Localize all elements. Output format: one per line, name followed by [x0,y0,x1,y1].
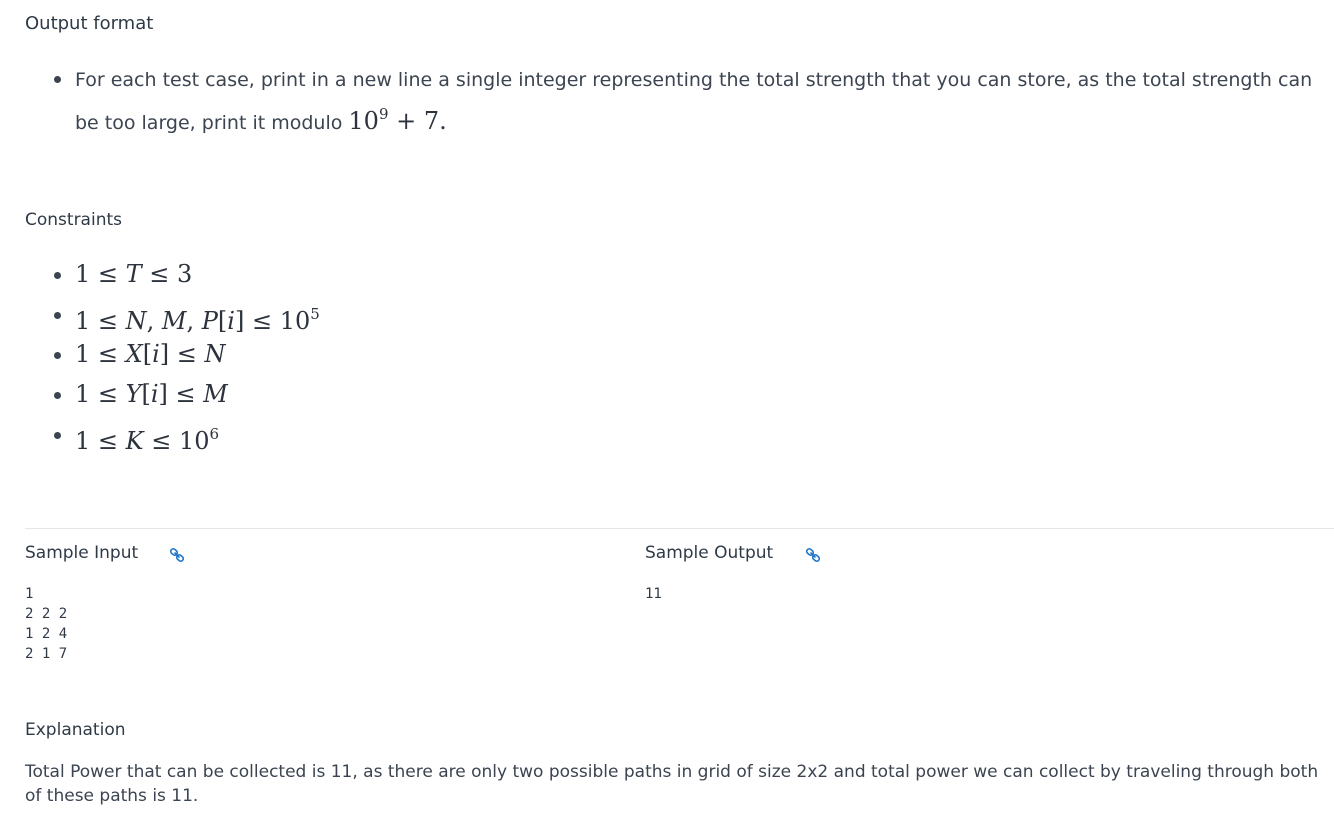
modulo-expression: 109 + 7. [348,105,447,135]
bullet-dot [54,352,61,359]
explanation-heading: Explanation [25,720,126,740]
output-format-text: For each test case, print in a new line … [75,69,1313,134]
modulo-end: . [439,107,447,135]
constraint-item: 1 ≤ N, M, P[i] ≤ 105 [25,294,320,335]
bullet-dot [54,392,61,399]
link-icon[interactable] [805,547,821,563]
output-format-heading: Output format [25,13,154,34]
sample-input-heading: Sample Input [25,543,139,563]
section-divider [25,528,1334,529]
sample-output-heading: Sample Output [645,543,774,563]
constraint-expr: 1 ≤ T ≤ 3 [75,260,193,288]
constraint-expr: 1 ≤ Y[i] ≤ M [75,380,228,408]
constraint-expr: 1 ≤ N, M, P[i] ≤ 105 [75,305,320,335]
bullet-dot [54,272,61,279]
modulo-base: 10 [348,107,379,135]
bullet-dot [54,432,61,439]
modulo-rest: + 7 [388,107,440,135]
constraint-item: 1 ≤ X[i] ≤ N [25,334,320,374]
sample-output-block: 11 [645,586,662,602]
link-icon[interactable] [169,547,185,563]
output-format-list: For each test case, print in a new line … [25,63,1334,140]
constraint-expr: 1 ≤ K ≤ 106 [75,425,220,455]
constraints-list: 1 ≤ T ≤ 3 1 ≤ N, M, P[i] ≤ 105 1 ≤ X[i] … [25,254,320,455]
constraint-item: 1 ≤ Y[i] ≤ M [25,374,320,414]
constraint-item: 1 ≤ K ≤ 106 [25,414,320,455]
bullet-dot [54,312,61,319]
constraint-expr: 1 ≤ X[i] ≤ N [75,340,226,368]
output-format-item: For each test case, print in a new line … [25,63,1334,140]
constraint-item: 1 ≤ T ≤ 3 [25,254,320,294]
sample-input-block: 1 2 2 2 1 2 4 2 1 7 [25,586,68,662]
bullet-dot [54,76,61,83]
explanation-text: Total Power that can be collected is 11,… [25,762,1319,806]
constraints-heading: Constraints [25,210,122,230]
